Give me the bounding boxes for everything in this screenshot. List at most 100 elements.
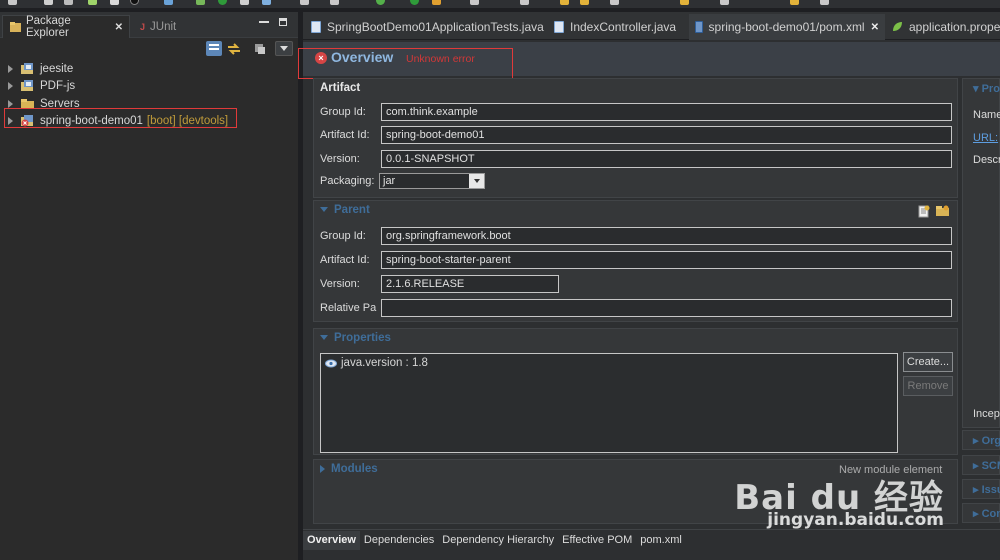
- parent-version-input[interactable]: 2.1.6.RELEASE: [381, 275, 559, 293]
- packaging-select[interactable]: jar: [379, 173, 485, 189]
- properties-list[interactable]: java.version : 1.8: [320, 353, 898, 453]
- toolbar-icon[interactable]: [432, 0, 441, 5]
- toolbar-icon[interactable]: [196, 0, 205, 5]
- toolbar-icon[interactable]: [376, 0, 385, 5]
- toolbar-icon[interactable]: [820, 0, 829, 5]
- toolbar-icon[interactable]: [64, 0, 73, 5]
- section-title-label: Con: [981, 508, 1000, 520]
- baidu-watermark: Bai du 经验 jingyan.baidu.com: [734, 470, 944, 530]
- maximize-icon[interactable]: [279, 18, 287, 26]
- tree-item-jeesite[interactable]: jeesite: [0, 60, 298, 78]
- continuous-integration-section[interactable]: ▸ Con: [962, 503, 1000, 523]
- tab-dependency-hierarchy[interactable]: Dependency Hierarchy: [438, 531, 558, 550]
- tab-label: spring-boot-demo01/pom.xml: [708, 20, 865, 34]
- expand-arrow-icon[interactable]: [8, 64, 13, 73]
- tab-pom-xml[interactable]: spring-boot-demo01/pom.xml ✕: [689, 14, 885, 40]
- toolbar-icon[interactable]: [130, 0, 139, 5]
- parent-version-label: Version:: [320, 278, 360, 290]
- toolbar-icon[interactable]: [580, 0, 589, 5]
- create-button[interactable]: Create...: [903, 352, 953, 372]
- toolbar-icon[interactable]: [520, 0, 529, 5]
- collapse-icon[interactable]: [320, 207, 328, 213]
- open-folder-icon[interactable]: [936, 205, 950, 217]
- tree-item-label: Servers: [40, 97, 80, 110]
- tab-junit-label: JUnit: [150, 20, 177, 33]
- tab-overview[interactable]: Overview: [303, 530, 360, 550]
- packaging-value: jar: [383, 175, 396, 187]
- overview-header: × Overview Unknown error: [303, 42, 1000, 76]
- section-title-label: Org: [981, 435, 1000, 447]
- toolbar-icon[interactable]: [470, 0, 479, 5]
- version-input[interactable]: 0.0.1-SNAPSHOT: [381, 150, 952, 168]
- project-section: ▾ Pro Name URL: Descr Incep: [962, 78, 1000, 428]
- section-title[interactable]: Modules: [320, 463, 378, 475]
- java-file-icon: [554, 21, 564, 33]
- collapse-all-icon[interactable]: [206, 41, 222, 56]
- list-item[interactable]: java.version : 1.8: [325, 357, 428, 369]
- tab-application-properties[interactable]: application.propert: [885, 14, 1000, 40]
- spring-leaf-icon: [893, 22, 902, 31]
- tree-item-label: PDF-js: [40, 80, 76, 93]
- toolbar-icon[interactable]: [680, 0, 689, 5]
- link-with-editor-icon[interactable]: [226, 41, 242, 56]
- focus-icon[interactable]: [252, 41, 268, 56]
- tab-index-controller[interactable]: IndexController.java: [548, 14, 682, 40]
- toolbar-icon[interactable]: [164, 0, 173, 5]
- toolbar-icon[interactable]: [218, 0, 227, 5]
- toolbar-icon[interactable]: [790, 0, 799, 5]
- section-title[interactable]: Properties: [320, 332, 391, 344]
- expand-icon[interactable]: [320, 464, 325, 473]
- toolbar-icon[interactable]: [300, 0, 309, 5]
- project-tree: jeesite PDF-js Servers spring-boot-demo0…: [0, 60, 298, 130]
- view-menu-icon[interactable]: [275, 41, 293, 56]
- parent-artifact-id-input[interactable]: spring-boot-starter-parent: [381, 251, 952, 269]
- tab-effective-pom[interactable]: Effective POM: [558, 531, 636, 550]
- toolbar-icon[interactable]: [610, 0, 619, 5]
- section-title-label: SCM: [981, 460, 1000, 472]
- organization-section[interactable]: ▸ Org: [962, 430, 1000, 450]
- error-message[interactable]: Unknown error: [406, 53, 475, 65]
- section-title[interactable]: Parent: [320, 204, 370, 216]
- close-icon[interactable]: ✕: [115, 22, 123, 33]
- chevron-down-icon[interactable]: [469, 174, 484, 188]
- toolbar-icon[interactable]: [44, 0, 53, 5]
- tab-springbootdemo01-tests[interactable]: SpringBootDemo01ApplicationTests.java: [305, 14, 550, 40]
- close-icon[interactable]: ✕: [871, 22, 879, 33]
- tree-item-servers[interactable]: Servers: [0, 95, 298, 113]
- remove-button[interactable]: Remove: [903, 376, 953, 396]
- expand-arrow-icon[interactable]: [8, 82, 13, 91]
- tree-item-pdf-js[interactable]: PDF-js: [0, 78, 298, 96]
- scm-section[interactable]: ▸ SCM: [962, 455, 1000, 475]
- tab-package-explorer[interactable]: Package Explorer ✕: [2, 15, 130, 39]
- expand-arrow-icon[interactable]: [8, 117, 13, 126]
- toolbar-icon[interactable]: [262, 0, 271, 5]
- toolbar-icon[interactable]: [8, 0, 17, 5]
- toolbar-icon[interactable]: [88, 0, 97, 5]
- section-title[interactable]: ▾ Pro: [973, 82, 1000, 95]
- minimize-icon[interactable]: [259, 21, 269, 23]
- group-id-input[interactable]: com.think.example: [381, 103, 952, 121]
- toolbar-icon[interactable]: [720, 0, 729, 5]
- relative-path-input[interactable]: [381, 299, 952, 317]
- section-title-label: Issu: [981, 484, 1000, 496]
- url-link[interactable]: URL:: [973, 132, 998, 144]
- toolbar-icon[interactable]: [330, 0, 339, 5]
- collapse-icon[interactable]: [320, 335, 328, 341]
- artifact-id-input[interactable]: spring-boot-demo01: [381, 126, 952, 144]
- toolbar-icon[interactable]: [560, 0, 569, 5]
- relative-path-label: Relative Pa: [320, 302, 377, 314]
- error-icon: ×: [315, 52, 327, 64]
- parent-group-id-input[interactable]: org.springframework.boot: [381, 227, 952, 245]
- toolbar-icon[interactable]: [110, 0, 119, 5]
- property-icon: [325, 359, 337, 367]
- tab-junit[interactable]: J JUnit: [134, 15, 182, 38]
- package-explorer-view: Package Explorer ✕ J JUnit jeesite PDF-j…: [0, 12, 298, 560]
- tab-dependencies[interactable]: Dependencies: [360, 531, 438, 550]
- toolbar-icon[interactable]: [240, 0, 249, 5]
- issue-management-section[interactable]: ▸ Issu: [962, 479, 1000, 499]
- tab-pom-xml-source[interactable]: pom.xml: [636, 531, 686, 550]
- add-parent-icon[interactable]: [918, 205, 930, 218]
- tree-item-spring-boot-demo01[interactable]: spring-boot-demo01 [boot] [devtools]: [0, 113, 298, 131]
- toolbar-icon[interactable]: [410, 0, 419, 5]
- expand-arrow-icon[interactable]: [8, 99, 13, 108]
